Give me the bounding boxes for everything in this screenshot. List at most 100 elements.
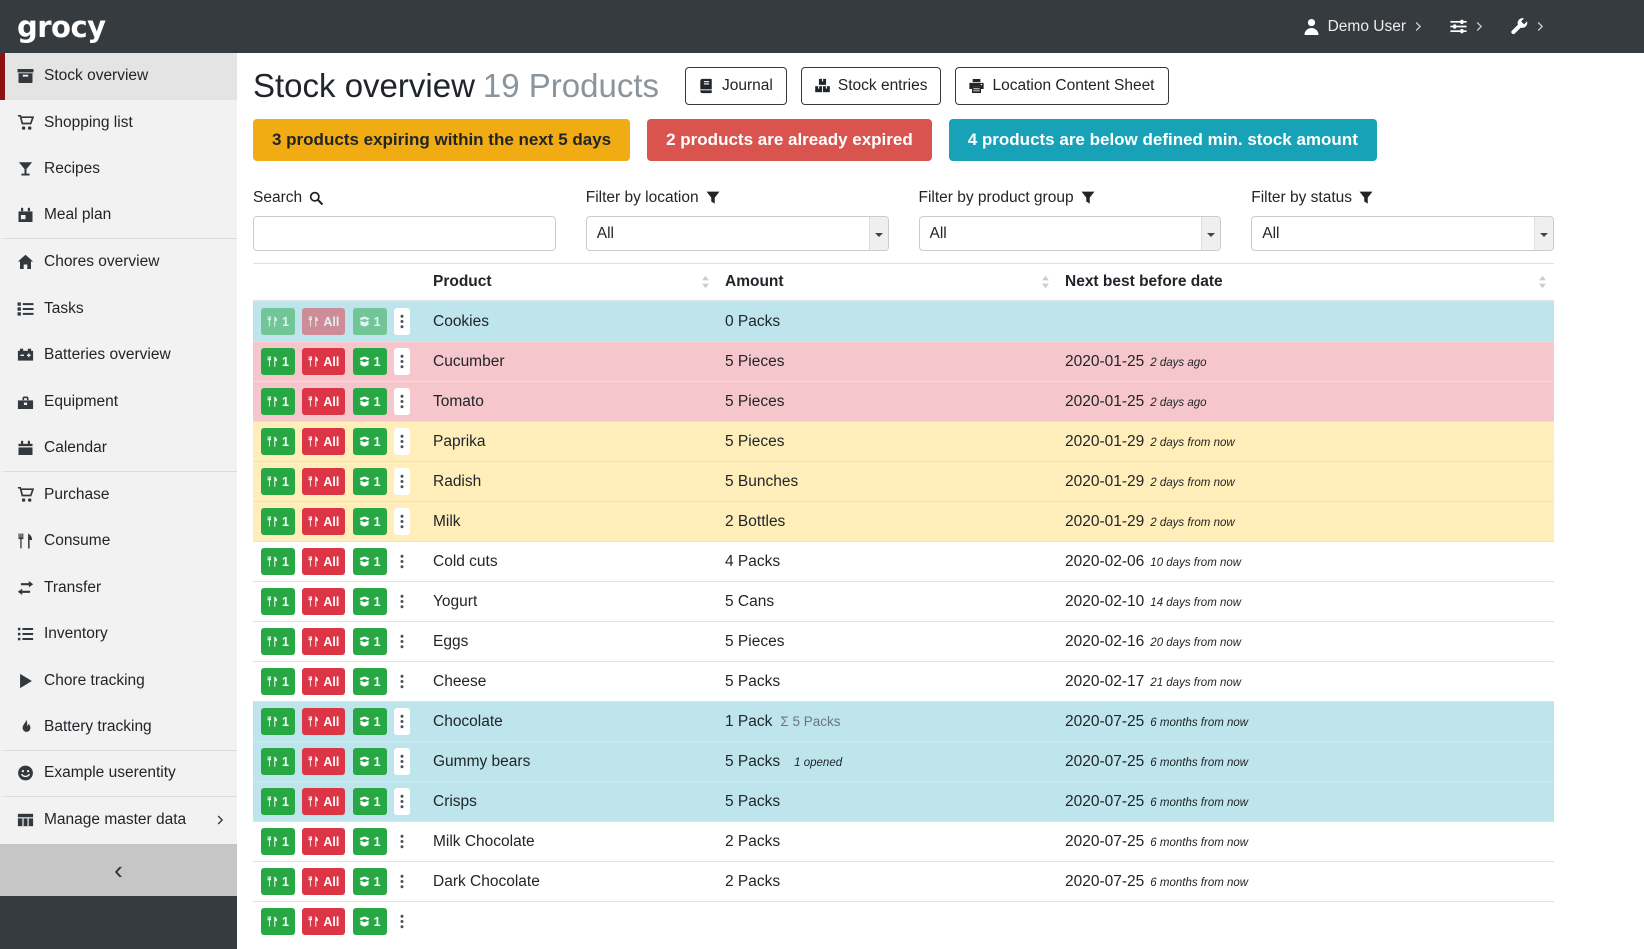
consume-one-button[interactable]: 1 (261, 388, 295, 415)
consume-one-button[interactable]: 1 (261, 748, 295, 775)
consume-all-button[interactable]: All (302, 508, 345, 535)
product-group-select[interactable]: All (919, 216, 1222, 251)
sidebar-item-consume[interactable]: Consume (0, 518, 237, 565)
open-one-button[interactable]: 1 (353, 628, 387, 655)
consume-all-button[interactable]: All (302, 308, 345, 335)
sidebar-item-transfer[interactable]: Transfer (0, 565, 237, 612)
consume-one-button[interactable]: 1 (261, 428, 295, 455)
open-one-button[interactable]: 1 (353, 788, 387, 815)
open-one-button[interactable]: 1 (353, 868, 387, 895)
row-menu-button[interactable] (394, 508, 410, 535)
sidebar-item-manage-master-data[interactable]: Manage master data (0, 797, 237, 844)
sidebar-item-meal-plan[interactable]: Meal plan (0, 193, 237, 240)
sidebar-item-battery-tracking[interactable]: Battery tracking (0, 704, 237, 751)
consume-all-button[interactable]: All (302, 908, 345, 935)
location-content-sheet-button[interactable]: Location Content Sheet (955, 67, 1168, 105)
banner-warning[interactable]: 3 products expiring within the next 5 da… (253, 119, 630, 161)
date-column-header[interactable]: Next best before date (1057, 264, 1554, 302)
consume-all-button[interactable]: All (302, 388, 345, 415)
row-menu-button[interactable] (394, 708, 410, 735)
consume-one-button[interactable]: 1 (261, 708, 295, 735)
consume-all-button[interactable]: All (302, 748, 345, 775)
stock-entries-button[interactable]: Stock entries (801, 67, 942, 105)
sort-icon[interactable] (1041, 276, 1050, 289)
open-one-button[interactable]: 1 (353, 428, 387, 455)
row-menu-button[interactable] (394, 868, 410, 895)
sidebar-item-equipment[interactable]: Equipment (0, 379, 237, 426)
sidebar-item-chores-overview[interactable]: Chores overview (0, 239, 237, 286)
consume-one-button[interactable]: 1 (261, 868, 295, 895)
sort-icon[interactable] (701, 276, 710, 289)
banner-danger[interactable]: 2 products are already expired (647, 119, 932, 161)
sidebar-item-batteries-overview[interactable]: Batteries overview (0, 332, 237, 379)
product-column-header[interactable]: Product (425, 264, 717, 302)
row-menu-button[interactable] (394, 308, 410, 335)
consume-one-button[interactable]: 1 (261, 908, 295, 935)
row-menu-button[interactable] (394, 788, 410, 815)
search-input[interactable] (253, 216, 556, 251)
sidebar-item-example-userentity[interactable]: Example userentity (0, 751, 237, 798)
consume-all-button[interactable]: All (302, 428, 345, 455)
sidebar-item-shopping-list[interactable]: Shopping list (0, 100, 237, 147)
consume-one-button[interactable]: 1 (261, 628, 295, 655)
user-menu[interactable]: Demo User (1303, 18, 1423, 36)
banner-info[interactable]: 4 products are below defined min. stock … (949, 119, 1377, 161)
consume-all-button[interactable]: All (302, 348, 345, 375)
consume-all-button[interactable]: All (302, 828, 345, 855)
sidebar-item-stock-overview[interactable]: Stock overview (0, 53, 237, 100)
open-one-button[interactable]: 1 (353, 668, 387, 695)
location-select[interactable]: All (586, 216, 889, 251)
amount-column-header[interactable]: Amount (717, 264, 1057, 302)
consume-all-button[interactable]: All (302, 868, 345, 895)
open-one-button[interactable]: 1 (353, 308, 387, 335)
row-menu-button[interactable] (394, 588, 410, 615)
row-menu-button[interactable] (394, 908, 410, 935)
open-one-button[interactable]: 1 (353, 388, 387, 415)
journal-button[interactable]: Journal (685, 67, 787, 105)
open-one-button[interactable]: 1 (353, 508, 387, 535)
row-menu-button[interactable] (394, 548, 410, 575)
consume-all-button[interactable]: All (302, 628, 345, 655)
consume-all-button[interactable]: All (302, 588, 345, 615)
open-one-button[interactable]: 1 (353, 708, 387, 735)
row-menu-button[interactable] (394, 828, 410, 855)
consume-one-button[interactable]: 1 (261, 548, 295, 575)
open-one-button[interactable]: 1 (353, 908, 387, 935)
open-one-button[interactable]: 1 (353, 588, 387, 615)
consume-one-button[interactable]: 1 (261, 468, 295, 495)
consume-all-button[interactable]: All (302, 548, 345, 575)
consume-one-button[interactable]: 1 (261, 308, 295, 335)
open-one-button[interactable]: 1 (353, 748, 387, 775)
sidebar-item-recipes[interactable]: Recipes (0, 146, 237, 193)
open-one-button[interactable]: 1 (353, 548, 387, 575)
consume-all-button[interactable]: All (302, 708, 345, 735)
consume-all-button[interactable]: All (302, 668, 345, 695)
consume-all-button[interactable]: All (302, 788, 345, 815)
settings-menu[interactable] (1450, 18, 1484, 35)
row-menu-button[interactable] (394, 668, 410, 695)
row-menu-button[interactable] (394, 748, 410, 775)
consume-one-button[interactable]: 1 (261, 788, 295, 815)
sidebar-item-calendar[interactable]: Calendar (0, 425, 237, 472)
consume-one-button[interactable]: 1 (261, 828, 295, 855)
row-menu-button[interactable] (394, 468, 410, 495)
sidebar-item-tasks[interactable]: Tasks (0, 286, 237, 333)
consume-one-button[interactable]: 1 (261, 668, 295, 695)
row-menu-button[interactable] (394, 348, 410, 375)
sidebar-item-purchase[interactable]: Purchase (0, 472, 237, 519)
sort-icon[interactable] (1538, 276, 1547, 289)
open-one-button[interactable]: 1 (353, 468, 387, 495)
consume-one-button[interactable]: 1 (261, 348, 295, 375)
sidebar-item-chore-tracking[interactable]: Chore tracking (0, 658, 237, 705)
sidebar-collapse-button[interactable]: ‹ (0, 844, 237, 896)
consume-one-button[interactable]: 1 (261, 508, 295, 535)
admin-menu[interactable] (1511, 18, 1545, 35)
row-menu-button[interactable] (394, 428, 410, 455)
consume-one-button[interactable]: 1 (261, 588, 295, 615)
consume-all-button[interactable]: All (302, 468, 345, 495)
app-logo[interactable]: grocy (17, 10, 106, 44)
sidebar-item-inventory[interactable]: Inventory (0, 611, 237, 658)
open-one-button[interactable]: 1 (353, 828, 387, 855)
status-select[interactable]: All (1251, 216, 1554, 251)
open-one-button[interactable]: 1 (353, 348, 387, 375)
